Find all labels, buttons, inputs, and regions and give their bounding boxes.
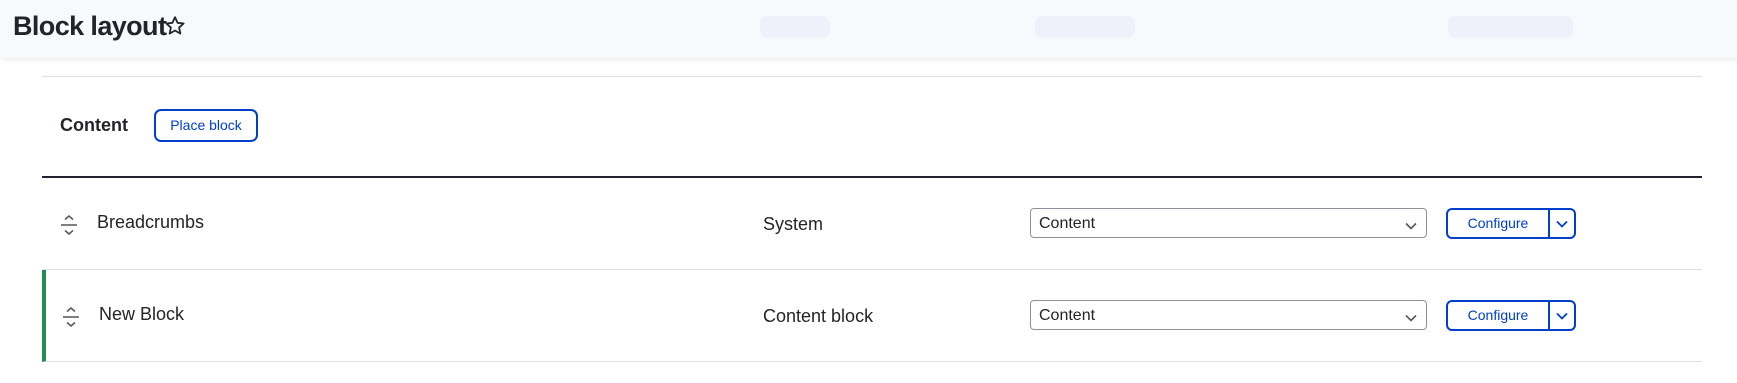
- configure-button[interactable]: Configure: [1448, 302, 1548, 329]
- chevron-down-icon: [1405, 218, 1417, 230]
- configure-button[interactable]: Configure: [1448, 210, 1548, 237]
- table-row: Breadcrumbs System Content Configure: [42, 178, 1702, 270]
- block-category: Content block: [763, 306, 874, 326]
- header-faded-control: [1035, 16, 1135, 38]
- divider: [42, 76, 1702, 77]
- drag-handle-icon[interactable]: [61, 304, 81, 330]
- header-faded-control: [760, 16, 830, 38]
- chevron-down-icon: [1405, 310, 1417, 322]
- drag-handle-icon[interactable]: [59, 212, 79, 238]
- dropbutton-toggle[interactable]: [1550, 302, 1574, 329]
- block-name: Breadcrumbs: [97, 212, 205, 232]
- region-title: Content: [60, 115, 128, 135]
- dropbutton-toggle[interactable]: [1550, 210, 1574, 237]
- block-name: New Block: [99, 304, 185, 324]
- region-select-value: Content: [1039, 215, 1096, 232]
- chevron-down-icon: [1556, 312, 1568, 320]
- place-block-button[interactable]: Place block: [154, 109, 258, 142]
- block-layout-page: Block layout Content Place block Breadcr…: [0, 0, 1737, 383]
- configure-dropbutton: Configure: [1446, 300, 1576, 331]
- header-faded-control: [1448, 16, 1573, 38]
- block-category: System: [763, 214, 824, 234]
- configure-dropbutton: Configure: [1446, 208, 1576, 239]
- sticky-header: Block layout: [0, 0, 1737, 58]
- chevron-down-icon: [1556, 220, 1568, 228]
- page-title: Block layout: [13, 11, 167, 41]
- region-select[interactable]: Content: [1030, 208, 1427, 238]
- region-select-value: Content: [1039, 307, 1096, 324]
- region-select[interactable]: Content: [1030, 300, 1427, 330]
- table-row-highlighted: New Block Content block Content Configur…: [42, 270, 1702, 362]
- star-outline-icon[interactable]: [163, 14, 187, 38]
